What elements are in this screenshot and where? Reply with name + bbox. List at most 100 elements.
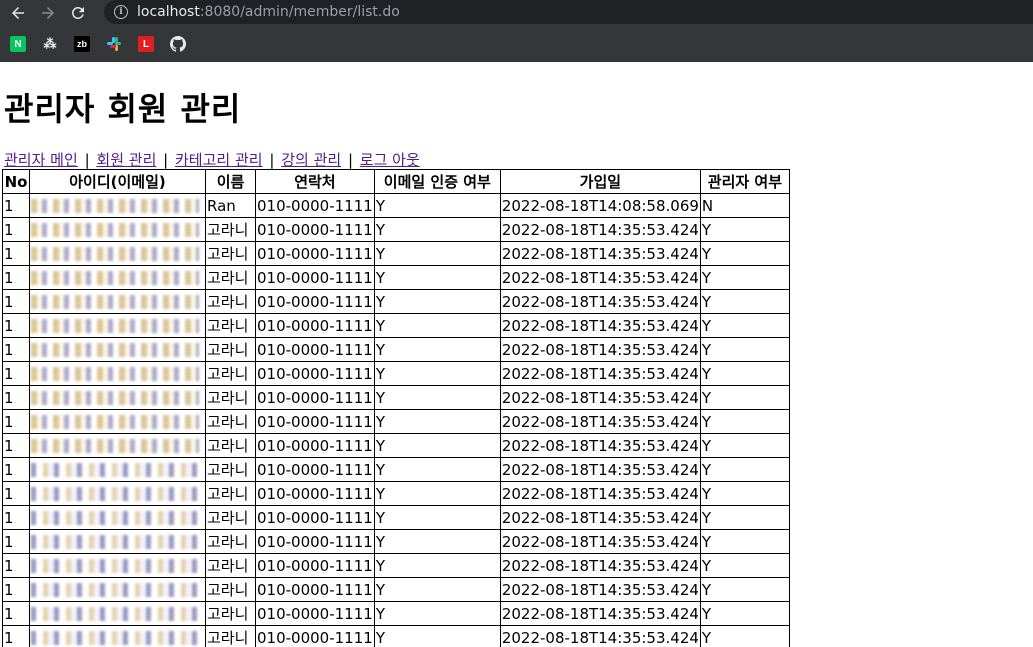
cell-id: [29, 385, 206, 410]
cell-email-auth: Y: [373, 601, 501, 626]
cell-name: 고라니: [205, 385, 256, 410]
cell-name: 고라니: [205, 601, 256, 626]
cell-no: 1: [2, 433, 30, 458]
cell-no: 1: [2, 361, 30, 386]
redacted-email: [31, 487, 199, 501]
table-row: 1 Ran 010-0000-1111 Y 2022-08-18T14:08:58.06…: [2, 193, 790, 218]
cell-joined: 2022-08-18T14:35:53.424: [499, 385, 701, 410]
member-table-body: 1 Ran 010-0000-1111 Y 2022-08-18T14:08:58.06…: [2, 193, 790, 647]
cell-phone: 010-0000-1111: [255, 385, 375, 410]
cell-no: 1: [2, 313, 30, 338]
redacted-email: [31, 271, 199, 285]
cell-phone: 010-0000-1111: [255, 361, 375, 386]
back-button[interactable]: [6, 1, 30, 25]
cell-email-auth: Y: [373, 313, 501, 338]
naver-icon[interactable]: N: [10, 36, 26, 52]
header-joined: 가입일: [499, 169, 701, 194]
cell-joined: 2022-08-18T14:35:53.424: [499, 505, 701, 530]
cell-id: [29, 193, 206, 218]
cell-admin: Y: [699, 481, 790, 506]
cell-id: [29, 289, 206, 314]
cell-joined: 2022-08-18T14:35:53.424: [499, 241, 701, 266]
arrow-right-icon: [42, 6, 54, 19]
forward-button[interactable]: [36, 1, 60, 25]
table-row: 1 고라니 010-0000-1111 Y 2022-08-18T14:35:53.42…: [2, 409, 790, 434]
table-row: 1 고라니 010-0000-1111 Y 2022-08-18T14:35:53.42…: [2, 577, 790, 602]
cell-name: 고라니: [205, 625, 256, 647]
cell-admin: Y: [699, 313, 790, 338]
cell-admin: Y: [699, 433, 790, 458]
cell-joined: 2022-08-18T14:35:53.424: [499, 409, 701, 434]
cell-phone: 010-0000-1111: [255, 265, 375, 290]
cell-email-auth: Y: [373, 553, 501, 578]
l-icon[interactable]: L: [138, 36, 154, 52]
cell-admin: N: [699, 193, 790, 218]
reload-button[interactable]: [66, 1, 90, 25]
cell-joined: 2022-08-18T14:35:53.424: [499, 289, 701, 314]
zb-icon[interactable]: zb: [74, 36, 90, 52]
slack-logo: [107, 37, 121, 51]
cell-no: 1: [2, 289, 30, 314]
cell-admin: Y: [699, 505, 790, 530]
tistory-icon[interactable]: ⁂: [42, 36, 58, 52]
redacted-email: [31, 367, 199, 381]
cell-id: [29, 337, 206, 362]
cell-email-auth: Y: [373, 193, 501, 218]
nav-link-admin-main[interactable]: 관리자 메인: [4, 151, 78, 169]
table-row: 1 고라니 010-0000-1111 Y 2022-08-18T14:35:53.42…: [2, 385, 790, 410]
cell-joined: 2022-08-18T14:35:53.424: [499, 217, 701, 242]
redacted-email: [31, 631, 199, 645]
table-row: 1 고라니 010-0000-1111 Y 2022-08-18T14:35:53.42…: [2, 265, 790, 290]
cell-email-auth: Y: [373, 241, 501, 266]
cell-no: 1: [2, 553, 30, 578]
cell-id: [29, 409, 206, 434]
cell-phone: 010-0000-1111: [255, 481, 375, 506]
cell-admin: Y: [699, 409, 790, 434]
cell-admin: Y: [699, 385, 790, 410]
cell-joined: 2022-08-18T14:35:53.424: [499, 265, 701, 290]
slack-icon[interactable]: [106, 36, 122, 52]
site-info-icon[interactable]: i: [114, 5, 128, 19]
cell-email-auth: Y: [373, 577, 501, 602]
cell-name: Ran: [205, 193, 256, 218]
header-admin: 관리자 여부: [699, 169, 790, 194]
cell-admin: Y: [699, 217, 790, 242]
redacted-email: [31, 343, 199, 357]
cell-name: 고라니: [205, 313, 256, 338]
redacted-email: [31, 319, 199, 333]
table-header-row: No 아이디(이메일) 이름 연락처 이메일 인증 여부 가입일 관리자 여부: [2, 169, 790, 194]
cell-id: [29, 529, 206, 554]
cell-id: [29, 313, 206, 338]
nav-link-course-manage[interactable]: 강의 관리: [281, 151, 341, 169]
cell-joined: 2022-08-18T14:35:53.424: [499, 553, 701, 578]
cell-phone: 010-0000-1111: [255, 313, 375, 338]
cell-id: [29, 577, 206, 602]
nav-link-category-manage[interactable]: 카테고리 관리: [175, 151, 263, 169]
redacted-email: [31, 415, 199, 429]
nav-separator: |: [84, 151, 90, 169]
cell-email-auth: Y: [373, 385, 501, 410]
header-email-auth: 이메일 인증 여부: [373, 169, 501, 194]
cell-email-auth: Y: [373, 265, 501, 290]
page-title: 관리자 회원 관리: [4, 90, 242, 128]
table-row: 1 고라니 010-0000-1111 Y 2022-08-18T14:35:53.42…: [2, 553, 790, 578]
github-logo: [170, 36, 186, 52]
cell-no: 1: [2, 409, 30, 434]
cell-admin: Y: [699, 529, 790, 554]
cell-no: 1: [2, 241, 30, 266]
cell-email-auth: Y: [373, 217, 501, 242]
cell-joined: 2022-08-18T14:35:53.424: [499, 529, 701, 554]
redacted-email: [31, 223, 199, 237]
cell-no: 1: [2, 193, 30, 218]
cell-phone: 010-0000-1111: [255, 505, 375, 530]
cell-email-auth: Y: [373, 481, 501, 506]
address-bar[interactable]: i localhost:8080/admin/member/list.do: [104, 0, 1033, 24]
cell-admin: Y: [699, 289, 790, 314]
cell-name: 고라니: [205, 289, 256, 314]
cell-name: 고라니: [205, 433, 256, 458]
github-icon[interactable]: [170, 36, 186, 52]
nav-link-logout[interactable]: 로그 아웃: [360, 151, 420, 169]
cell-admin: Y: [699, 265, 790, 290]
nav-link-member-manage[interactable]: 회원 관리: [96, 151, 156, 169]
table-row: 1 고라니 010-0000-1111 Y 2022-08-18T14:35:53.42…: [2, 481, 790, 506]
